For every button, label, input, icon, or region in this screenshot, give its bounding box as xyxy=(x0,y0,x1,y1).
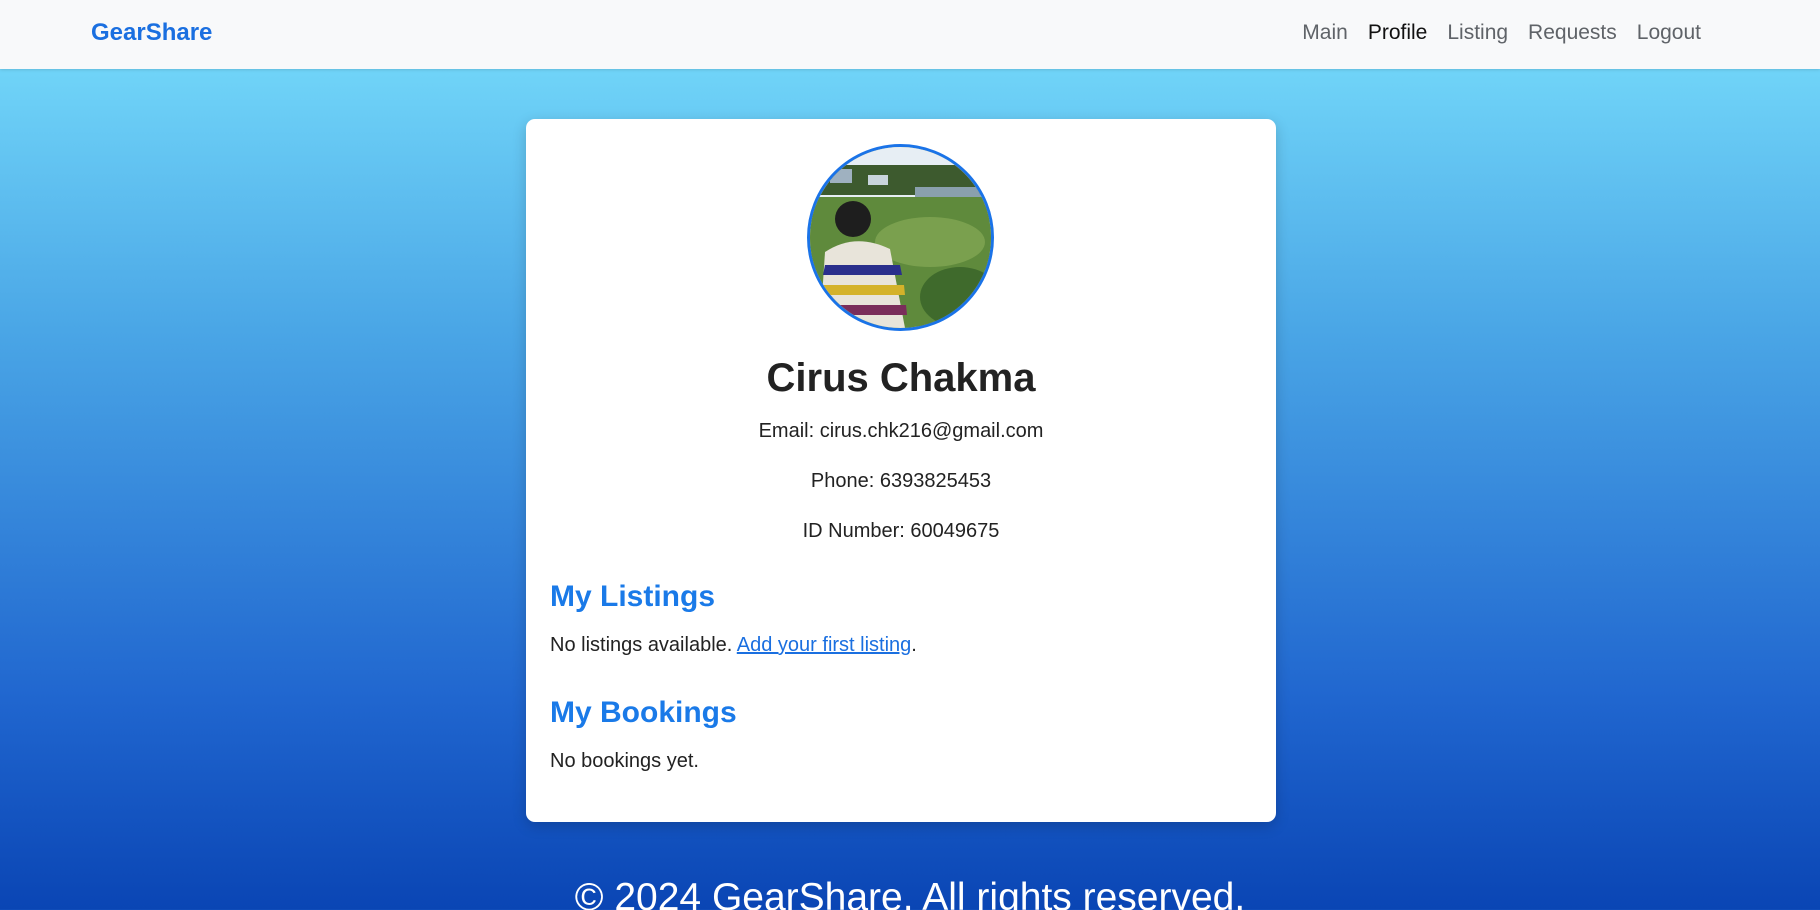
bookings-empty-message: No bookings yet. xyxy=(550,750,699,772)
listings-empty-message: No listings available. Add your first li… xyxy=(550,634,917,657)
add-first-listing-link[interactable]: Add your first listing xyxy=(737,634,912,656)
nav-profile[interactable]: Profile xyxy=(1368,21,1428,45)
top-navbar: GearShare Main Profile Listing Requests … xyxy=(0,0,1820,69)
profile-email: Email: cirus.chk216@gmail.com xyxy=(758,420,1044,442)
nav-main[interactable]: Main xyxy=(1302,21,1348,45)
profile-phone: Phone: 6393825453 xyxy=(810,470,992,492)
avatar xyxy=(807,144,994,331)
profile-card: Cirus Chakma Email: cirus.chk216@gmail.c… xyxy=(526,119,1276,822)
nav-requests[interactable]: Requests xyxy=(1528,21,1617,45)
listings-empty-text: No listings available. xyxy=(550,634,737,656)
listings-heading: My Listings xyxy=(550,580,716,613)
bookings-heading: My Bookings xyxy=(550,696,737,729)
nav-listing[interactable]: Listing xyxy=(1447,21,1508,45)
listings-trailing: . xyxy=(911,634,917,656)
nav-logout[interactable]: Logout xyxy=(1637,21,1701,45)
footer-copyright: © 2024 GearShare. All rights reserved. xyxy=(574,876,1246,910)
profile-name: Cirus Chakma xyxy=(766,356,1036,400)
brand-logo[interactable]: GearShare xyxy=(91,19,212,47)
profile-id-number: ID Number: 60049675 xyxy=(802,520,1000,542)
user-photo-icon xyxy=(810,147,991,328)
nav-links: Main Profile Listing Requests Logout xyxy=(1302,21,1701,45)
